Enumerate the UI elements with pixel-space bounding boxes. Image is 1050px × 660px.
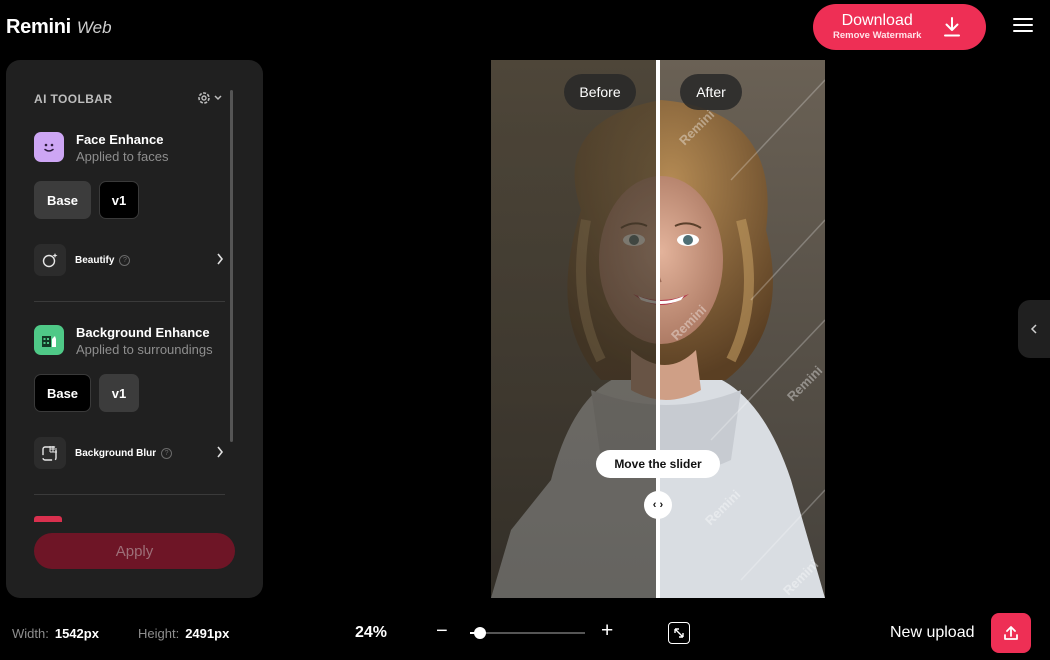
settings-dropdown[interactable] [196,90,222,106]
face-enhance-feature: Face Enhance Applied to faces [34,132,169,166]
section-divider [34,301,225,302]
beautify-label: Beautify [75,254,115,266]
background-enhance-desc: Applied to surroundings [76,342,213,357]
ai-toolbar-panel: AI TOOLBAR Face Enhance Applied to faces… [6,60,263,598]
background-enhance-title: Background Enhance [76,325,210,340]
chevron-down-icon [214,95,222,101]
face-model-v1[interactable]: v1 [99,181,139,219]
new-upload-label: New upload [890,624,975,641]
face-enhance-desc: Applied to faces [76,149,169,164]
grid-blur-icon [34,437,66,469]
background-blur-label: Background Blur [75,447,157,459]
building-icon [34,325,64,355]
chevron-right-icon [217,446,224,458]
expand-icon[interactable] [668,622,690,644]
width-value: 1542px [54,626,99,641]
height-value: 2491px [185,626,230,641]
section-divider [34,494,225,495]
chevron-left-icon [1030,324,1037,334]
background-model-selector: Base v1 [34,374,139,412]
gear-icon [198,92,210,104]
brand-name: Remini [6,16,71,38]
info-icon[interactable]: ? [161,447,173,459]
width-label: Width: [12,626,49,641]
face-enhance-title: Face Enhance [76,132,164,147]
zoom-level: 24% [355,624,388,641]
background-model-v1[interactable]: v1 [99,374,139,412]
face-model-selector: Base v1 [34,181,139,219]
background-blur-row[interactable]: Background Blur ? [34,437,224,469]
upload-icon[interactable] [991,613,1031,653]
compare-slider-handle[interactable]: ‹ › [644,491,672,519]
panel-title: AI TOOLBAR [34,92,113,106]
download-label: Download [841,12,913,29]
next-feature-icon [34,516,62,522]
info-icon[interactable]: ? [119,254,131,266]
background-model-base[interactable]: Base [34,374,91,412]
zoom-out-button[interactable]: − [436,620,448,643]
hamburger-menu-icon[interactable] [1013,18,1033,34]
download-button[interactable]: Download Remove Watermark [813,4,986,50]
after-label: After [680,74,742,110]
brand-subtitle: Web [76,18,112,37]
app-logo[interactable]: Remini Web [6,16,112,39]
before-label: Before [564,74,636,110]
image-width: Width: 1542px [12,626,99,641]
beautify-row[interactable]: Beautify ? [34,244,224,276]
background-enhance-feature: Background Enhance Applied to surroundin… [34,325,213,359]
collapse-panel-tab[interactable] [1018,300,1050,358]
height-label: Height: [138,626,180,641]
image-height: Height: 2491px [138,626,229,641]
zoom-in-button[interactable]: + [601,619,613,643]
slider-hint: Move the slider [596,450,720,478]
download-sublabel: Remove Watermark [833,30,922,41]
zoom-slider-track[interactable] [470,632,585,634]
smiley-face-icon [34,132,64,162]
face-model-base[interactable]: Base [34,181,91,219]
comparison-image[interactable]: Remini Remini Remini Remini Remini Befor… [491,60,825,598]
chevron-right-icon [217,253,224,265]
apply-button[interactable]: Apply [34,533,235,569]
panel-scrollbar[interactable] [230,90,233,442]
sparkle-apple-icon [34,244,66,276]
download-icon [944,17,960,37]
zoom-slider-knob[interactable] [474,627,487,639]
